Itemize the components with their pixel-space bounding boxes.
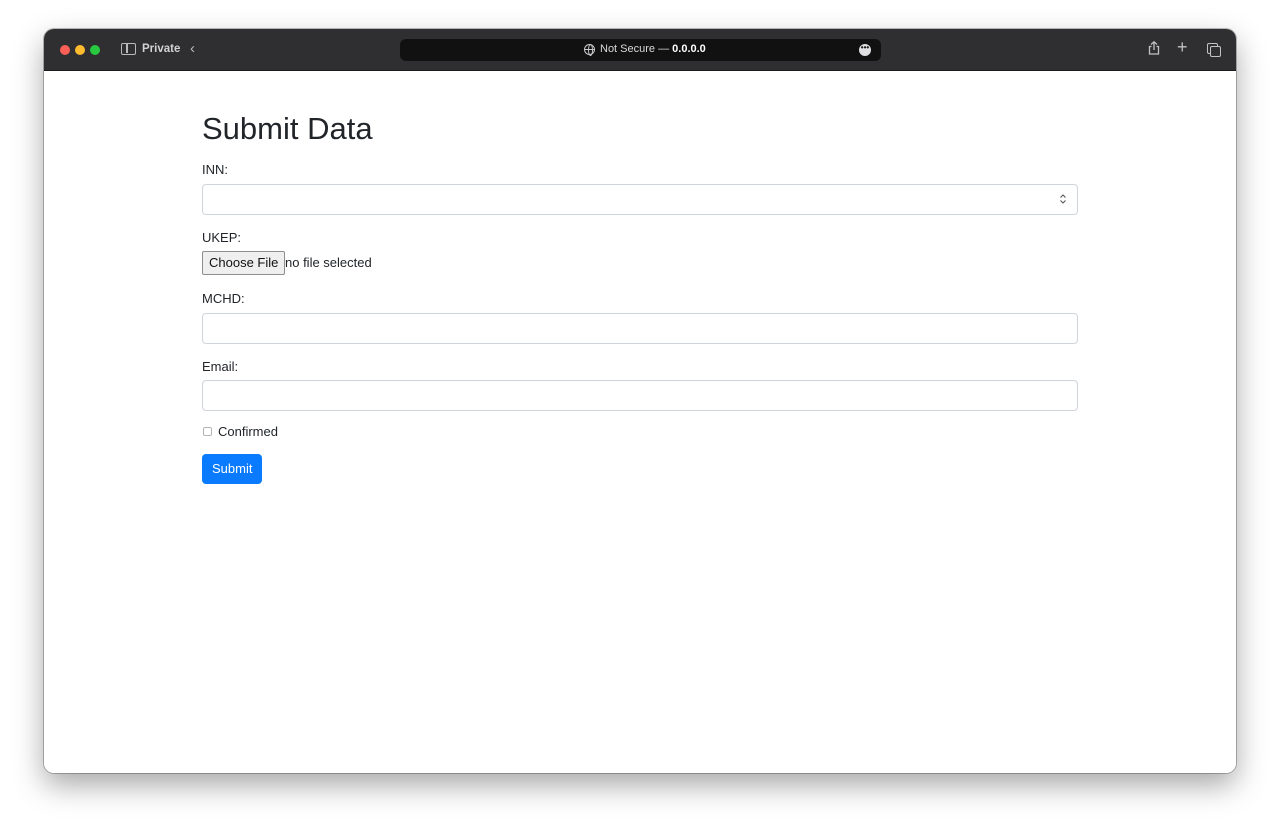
security-status: Not Secure — [600,43,670,55]
zoom-window-button[interactable] [90,45,100,55]
email-input[interactable] [202,380,1078,411]
number-spinner-icon[interactable] [1059,193,1067,205]
page-menu-icon[interactable]: ••• [859,44,871,56]
inn-field-wrapper [202,184,1078,215]
sidebar-toggle-icon[interactable] [121,43,136,55]
mchd-input[interactable] [202,313,1078,344]
submit-button[interactable]: Submit [202,454,263,484]
share-icon[interactable] [1148,41,1160,55]
tab-overview-icon[interactable] [1207,43,1221,57]
choose-file-button[interactable]: Choose File [202,251,286,275]
confirmed-checkbox[interactable] [203,427,212,436]
close-window-button[interactable] [60,45,70,55]
address-bar[interactable]: Not Secure — 0.0.0.0 ••• [400,39,881,61]
address-host: 0.0.0.0 [672,43,706,55]
mchd-label: MCHD: [202,291,245,306]
ukep-label: UKEP: [202,230,242,245]
file-selection-status: no file selected [285,255,372,270]
private-browsing-label: Private [142,43,181,55]
minimize-window-button[interactable] [75,45,85,55]
back-chevron-icon[interactable]: ‹ [190,40,195,57]
browser-titlebar: Private ‹ Not Secure — 0.0.0.0 ••• + [44,29,1236,71]
screen: Private ‹ Not Secure — 0.0.0.0 ••• + Sub… [0,0,1280,832]
inn-label: INN: [202,162,228,177]
email-label: Email: [202,359,239,374]
new-tab-plus-icon[interactable]: + [1177,38,1188,56]
inn-number-input[interactable] [202,184,1078,215]
address-text: Not Secure — 0.0.0.0 [600,43,706,55]
globe-icon [584,44,595,56]
page-title: Submit Data [202,111,373,146]
confirmed-label[interactable]: Confirmed [218,424,278,439]
page-content: Submit Data INN: UKEP: Choose File no fi… [44,71,1236,773]
browser-window: Private ‹ Not Secure — 0.0.0.0 ••• + Sub… [44,29,1236,773]
